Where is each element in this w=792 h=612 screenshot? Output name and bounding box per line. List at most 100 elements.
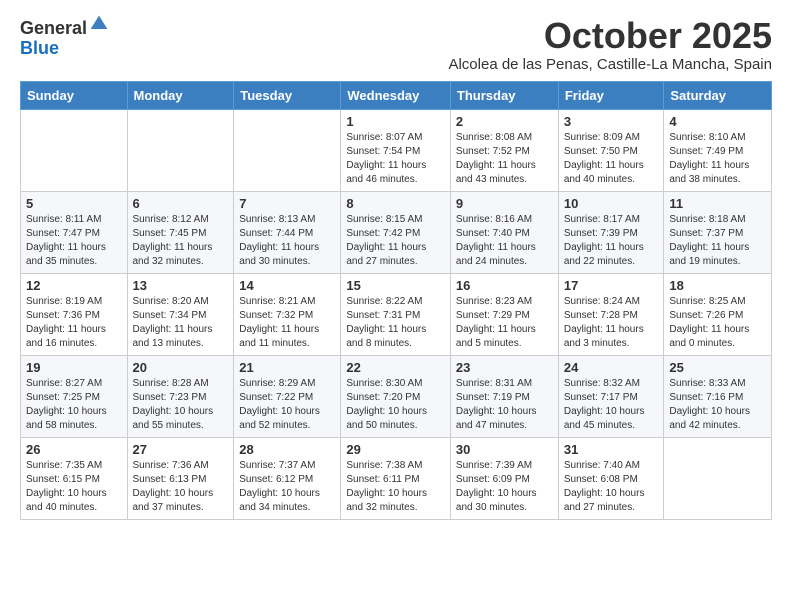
day-info: Sunrise: 8:25 AM Sunset: 7:26 PM Dayligh… — [669, 295, 766, 351]
day-number: 13 — [133, 278, 229, 293]
day-number: 19 — [26, 360, 122, 375]
calendar-cell: 5 Sunrise: 8:11 AM Sunset: 7:47 PM Daylig… — [21, 191, 128, 273]
week-row-2: 12 Sunrise: 8:19 AM Sunset: 7:36 PM Dayli… — [21, 273, 772, 355]
day-info: Sunrise: 8:09 AM Sunset: 7:50 PM Dayligh… — [564, 131, 659, 187]
day-info: Sunrise: 8:30 AM Sunset: 7:20 PM Dayligh… — [346, 377, 445, 433]
calendar-cell: 14 Sunrise: 8:21 AM Sunset: 7:32 PM Dayli… — [234, 273, 341, 355]
calendar-cell: 27 Sunrise: 7:36 AM Sunset: 6:13 PM Dayli… — [127, 437, 234, 519]
day-info: Sunrise: 7:39 AM Sunset: 6:09 PM Dayligh… — [456, 459, 553, 515]
calendar-cell: 16Sunrise: 8:23 AM Sunset: 7:29 PM Dayli… — [450, 273, 558, 355]
day-info: Sunrise: 7:40 AM Sunset: 6:08 PM Dayligh… — [564, 459, 659, 515]
calendar-cell — [664, 437, 772, 519]
header-tuesday: Tuesday — [234, 81, 341, 109]
calendar-cell: 30 Sunrise: 7:39 AM Sunset: 6:09 PM Dayli… — [450, 437, 558, 519]
week-row-4: 26 Sunrise: 7:35 AM Sunset: 6:15 PM Dayli… — [21, 437, 772, 519]
day-info: Sunrise: 8:23 AM Sunset: 7:29 PM Dayligh… — [456, 295, 553, 351]
header-thursday: Thursday — [450, 81, 558, 109]
header-wednesday: Wednesday — [341, 81, 451, 109]
calendar-cell: 8 Sunrise: 8:15 AM Sunset: 7:42 PM Daylig… — [341, 191, 451, 273]
day-number: 17 — [564, 278, 659, 293]
day-number: 30 — [456, 442, 553, 457]
calendar-cell: 20Sunrise: 8:28 AM Sunset: 7:23 PM Dayli… — [127, 355, 234, 437]
day-number: 14 — [239, 278, 335, 293]
day-number: 22 — [346, 360, 445, 375]
calendar-cell: 22 Sunrise: 8:30 AM Sunset: 7:20 PM Dayli… — [341, 355, 451, 437]
day-number: 25 — [669, 360, 766, 375]
day-number: 31 — [564, 442, 659, 457]
day-number: 5 — [26, 196, 122, 211]
calendar-cell: 18 Sunrise: 8:25 AM Sunset: 7:26 PM Dayli… — [664, 273, 772, 355]
day-number: 2 — [456, 114, 553, 129]
day-info: Sunrise: 8:24 AM Sunset: 7:28 PM Dayligh… — [564, 295, 659, 351]
day-info: Sunrise: 8:17 AM Sunset: 7:39 PM Dayligh… — [564, 213, 659, 269]
day-info: Sunrise: 8:20 AM Sunset: 7:34 PM Dayligh… — [133, 295, 229, 351]
week-row-1: 5 Sunrise: 8:11 AM Sunset: 7:47 PM Daylig… — [21, 191, 772, 273]
day-info: Sunrise: 7:38 AM Sunset: 6:11 PM Dayligh… — [346, 459, 445, 515]
day-number: 29 — [346, 442, 445, 457]
day-number: 15 — [346, 278, 445, 293]
logo-text-blue: Blue — [20, 39, 59, 57]
day-info: Sunrise: 8:21 AM Sunset: 7:32 PM Dayligh… — [239, 295, 335, 351]
day-number: 3 — [564, 114, 659, 129]
week-row-0: 1 Sunrise: 8:07 AM Sunset: 7:54 PM Daylig… — [21, 109, 772, 191]
day-number: 12 — [26, 278, 122, 293]
day-info: Sunrise: 7:37 AM Sunset: 6:12 PM Dayligh… — [239, 459, 335, 515]
logo-icon — [89, 14, 109, 34]
day-info: Sunrise: 8:10 AM Sunset: 7:49 PM Dayligh… — [669, 131, 766, 187]
day-number: 27 — [133, 442, 229, 457]
page: General Blue October 2025 Alcolea de las… — [0, 0, 792, 612]
day-number: 4 — [669, 114, 766, 129]
day-info: Sunrise: 8:19 AM Sunset: 7:36 PM Dayligh… — [26, 295, 122, 351]
header-monday: Monday — [127, 81, 234, 109]
logo: General Blue — [20, 16, 109, 57]
day-number: 1 — [346, 114, 445, 129]
calendar-cell: 10 Sunrise: 8:17 AM Sunset: 7:39 PM Dayli… — [558, 191, 664, 273]
calendar-cell: 19Sunrise: 8:27 AM Sunset: 7:25 PM Dayli… — [21, 355, 128, 437]
day-number: 24 — [564, 360, 659, 375]
day-info: Sunrise: 8:11 AM Sunset: 7:47 PM Dayligh… — [26, 213, 122, 269]
day-info: Sunrise: 8:31 AM Sunset: 7:19 PM Dayligh… — [456, 377, 553, 433]
calendar-cell: 26 Sunrise: 7:35 AM Sunset: 6:15 PM Dayli… — [21, 437, 128, 519]
calendar-cell — [234, 109, 341, 191]
day-info: Sunrise: 8:13 AM Sunset: 7:44 PM Dayligh… — [239, 213, 335, 269]
day-number: 9 — [456, 196, 553, 211]
calendar-cell: 17 Sunrise: 8:24 AM Sunset: 7:28 PM Dayli… — [558, 273, 664, 355]
header-sunday: Sunday — [21, 81, 128, 109]
day-info: Sunrise: 8:22 AM Sunset: 7:31 PM Dayligh… — [346, 295, 445, 351]
calendar-cell: 31 Sunrise: 7:40 AM Sunset: 6:08 PM Dayli… — [558, 437, 664, 519]
calendar-cell: 21Sunrise: 8:29 AM Sunset: 7:22 PM Dayli… — [234, 355, 341, 437]
calendar-cell: 1 Sunrise: 8:07 AM Sunset: 7:54 PM Daylig… — [341, 109, 451, 191]
calendar-cell: 24 Sunrise: 8:32 AM Sunset: 7:17 PM Dayli… — [558, 355, 664, 437]
day-number: 28 — [239, 442, 335, 457]
day-number: 26 — [26, 442, 122, 457]
day-number: 23 — [456, 360, 553, 375]
day-number: 18 — [669, 278, 766, 293]
header-saturday: Saturday — [664, 81, 772, 109]
day-number: 8 — [346, 196, 445, 211]
calendar-cell: 11Sunrise: 8:18 AM Sunset: 7:37 PM Dayli… — [664, 191, 772, 273]
calendar-cell: 12 Sunrise: 8:19 AM Sunset: 7:36 PM Dayli… — [21, 273, 128, 355]
month-title: October 2025 — [448, 16, 772, 56]
day-info: Sunrise: 8:29 AM Sunset: 7:22 PM Dayligh… — [239, 377, 335, 433]
day-info: Sunrise: 8:33 AM Sunset: 7:16 PM Dayligh… — [669, 377, 766, 433]
day-info: Sunrise: 8:08 AM Sunset: 7:52 PM Dayligh… — [456, 131, 553, 187]
day-info: Sunrise: 8:32 AM Sunset: 7:17 PM Dayligh… — [564, 377, 659, 433]
calendar-cell: 3 Sunrise: 8:09 AM Sunset: 7:50 PM Daylig… — [558, 109, 664, 191]
header-friday: Friday — [558, 81, 664, 109]
calendar-cell: 25 Sunrise: 8:33 AM Sunset: 7:16 PM Dayli… — [664, 355, 772, 437]
day-info: Sunrise: 7:36 AM Sunset: 6:13 PM Dayligh… — [133, 459, 229, 515]
calendar-cell: 6 Sunrise: 8:12 AM Sunset: 7:45 PM Daylig… — [127, 191, 234, 273]
calendar-cell — [127, 109, 234, 191]
day-info: Sunrise: 8:12 AM Sunset: 7:45 PM Dayligh… — [133, 213, 229, 269]
calendar: SundayMondayTuesdayWednesdayThursdayFrid… — [20, 81, 772, 520]
day-number: 11 — [669, 196, 766, 211]
day-number: 10 — [564, 196, 659, 211]
day-info: Sunrise: 8:07 AM Sunset: 7:54 PM Dayligh… — [346, 131, 445, 187]
logo-general: General — [20, 16, 109, 39]
day-info: Sunrise: 7:35 AM Sunset: 6:15 PM Dayligh… — [26, 459, 122, 515]
day-info: Sunrise: 8:15 AM Sunset: 7:42 PM Dayligh… — [346, 213, 445, 269]
day-number: 7 — [239, 196, 335, 211]
day-number: 6 — [133, 196, 229, 211]
logo-text-general: General — [20, 18, 87, 38]
calendar-cell: 28 Sunrise: 7:37 AM Sunset: 6:12 PM Dayli… — [234, 437, 341, 519]
